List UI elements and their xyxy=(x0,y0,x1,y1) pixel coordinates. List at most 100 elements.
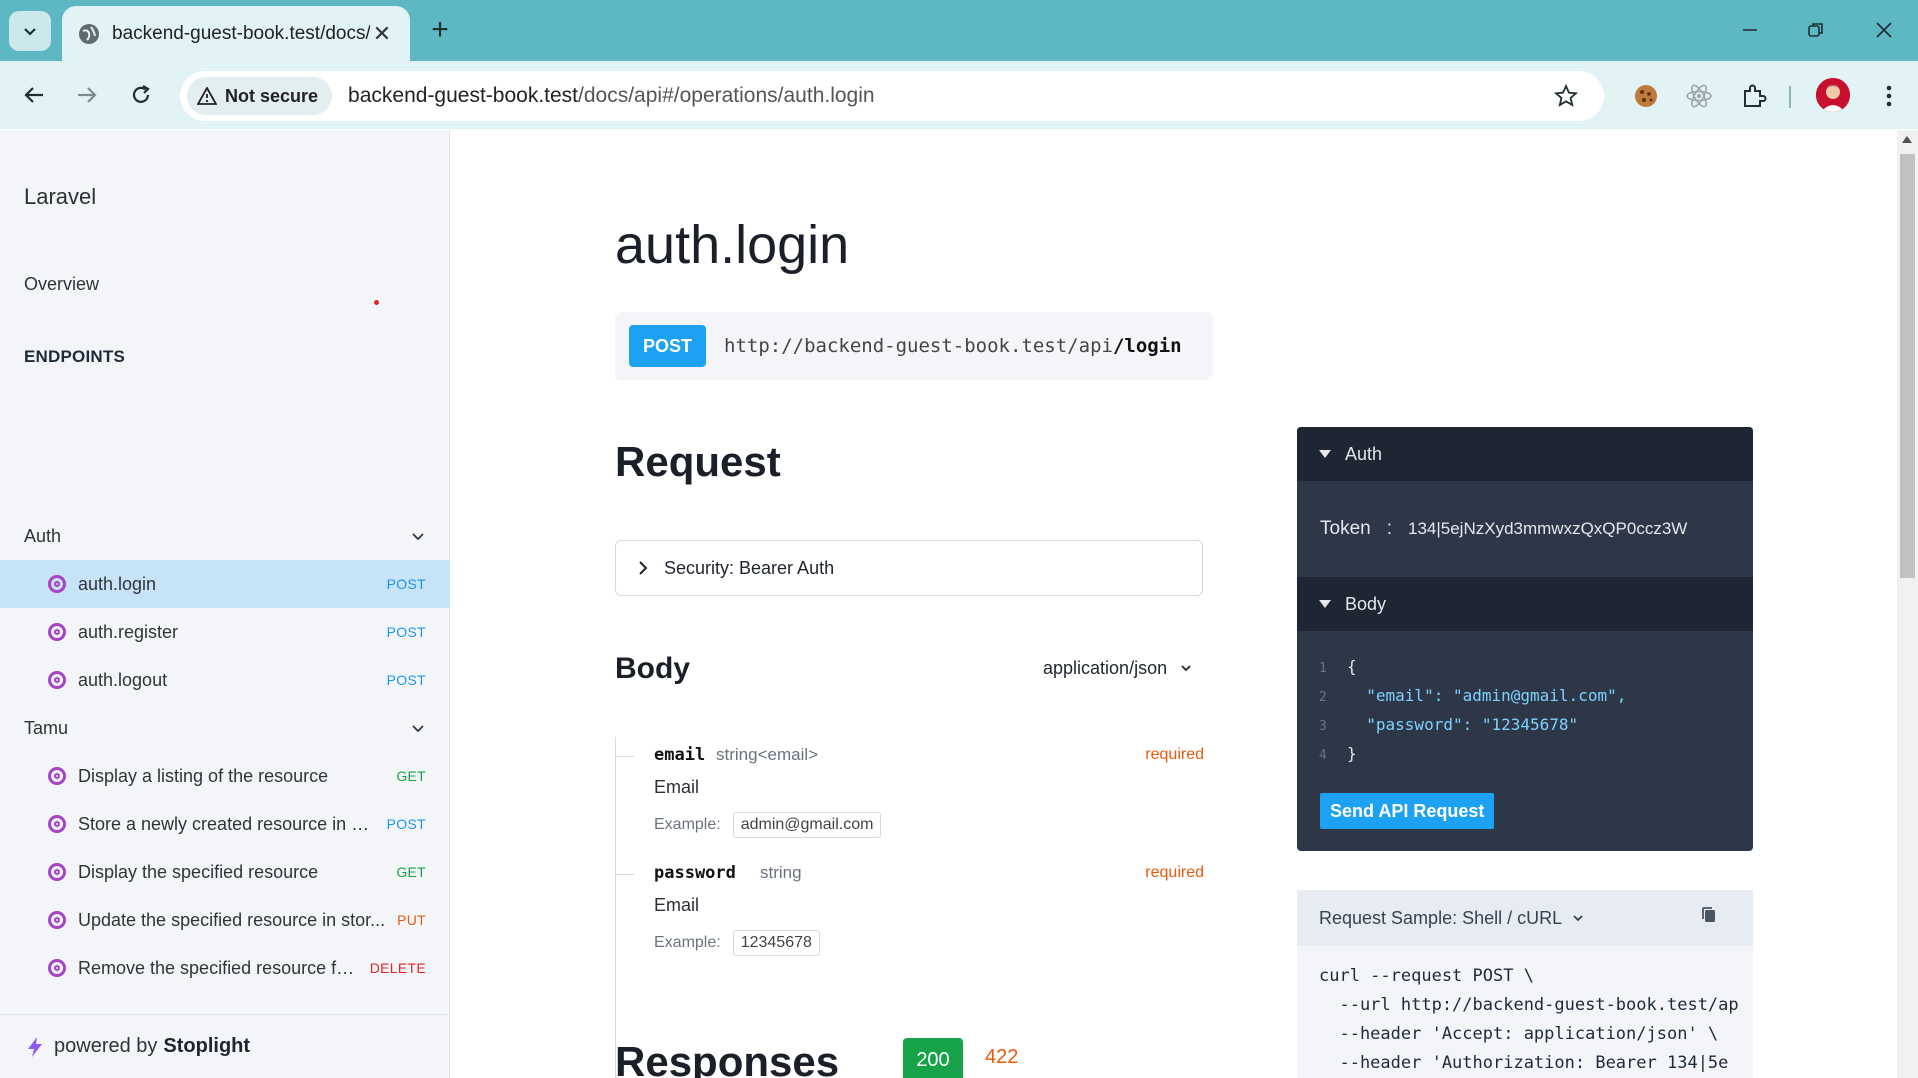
code-line: 4} xyxy=(1319,744,1357,763)
request-sample-header: Request Sample: Shell / cURL xyxy=(1297,890,1753,946)
auth-section-toggle[interactable]: Auth xyxy=(1297,427,1753,481)
sidebar-group-tamu[interactable]: Tamu xyxy=(0,704,450,752)
body-section-label: Body xyxy=(1345,593,1387,614)
responses-heading: Responses xyxy=(615,1038,840,1078)
close-window-icon[interactable] xyxy=(1864,10,1904,50)
method-badge: GET xyxy=(396,768,426,784)
target-icon xyxy=(48,767,66,785)
field-description: Email xyxy=(654,777,700,797)
chevron-down-icon xyxy=(1181,665,1191,672)
url-host: backend-guest-book.test xyxy=(348,84,579,107)
scroll-up-arrow-icon[interactable] xyxy=(1902,136,1912,143)
body-heading: Body xyxy=(615,652,690,685)
profile-avatar[interactable] xyxy=(1816,78,1850,112)
arrow-right-icon xyxy=(78,87,97,103)
code-line: 1{ xyxy=(1319,657,1357,676)
copy-icon[interactable] xyxy=(1701,906,1717,929)
site-info-chip[interactable]: Not secure xyxy=(187,77,333,115)
target-icon xyxy=(48,815,66,833)
tree-connector xyxy=(616,756,634,757)
sidebar-item-label: Display a listing of the resource xyxy=(78,765,329,786)
auth-section-label: Auth xyxy=(1345,443,1383,464)
sidebar-item-label: Store a newly created resource in st... xyxy=(78,813,377,834)
powered-by-link[interactable]: powered by Stoplight xyxy=(0,1014,450,1078)
example-value: 12345678 xyxy=(732,930,820,956)
chevron-down-icon xyxy=(1573,914,1584,921)
browser-menu-icon[interactable] xyxy=(1870,77,1908,115)
back-button[interactable] xyxy=(13,74,55,116)
new-tab-button[interactable]: + xyxy=(424,12,456,48)
browser-tab-bar: backend-guest-book.test/docs/ ✕ + xyxy=(0,0,1918,61)
caret-down-icon xyxy=(1319,450,1331,458)
chevron-down-icon xyxy=(412,533,424,541)
example-label: Example: xyxy=(654,934,721,951)
url-path: /docs/api#/operations/auth.login xyxy=(578,84,875,107)
security-label: Not secure xyxy=(225,85,319,106)
tab-search-button[interactable] xyxy=(9,11,51,51)
reload-icon xyxy=(132,85,150,103)
body-section-toggle[interactable]: Body xyxy=(1297,577,1753,631)
scrollbar-thumb[interactable] xyxy=(1900,154,1915,578)
close-tab-icon[interactable]: ✕ xyxy=(370,21,394,47)
response-tab-200[interactable]: 200 xyxy=(903,1038,963,1078)
sidebar-item-auth-logout[interactable]: auth.logout POST xyxy=(0,656,450,704)
address-bar[interactable]: Not secure backend-guest-book.test/docs/… xyxy=(180,71,1604,121)
field-name: password xyxy=(654,863,736,883)
method-badge: POST xyxy=(386,576,426,592)
code-line: --header 'Authorization: Bearer 134|5e xyxy=(1319,1053,1729,1073)
url-text[interactable]: backend-guest-book.test/docs/api#/operat… xyxy=(348,84,1546,108)
endpoint-base: http://backend-guest-book.test/api xyxy=(724,335,1113,357)
docs-sidebar: Laravel Overview ENDPOINTS Auth auth.log… xyxy=(0,130,450,1078)
security-accordion[interactable]: Security: Bearer Auth xyxy=(615,540,1203,596)
code-line: --url http://backend-guest-book.test/ap xyxy=(1319,995,1739,1015)
sidebar-item-tamu-store[interactable]: Store a newly created resource in st... … xyxy=(0,800,450,848)
caret-down-icon xyxy=(1319,600,1331,608)
forward-button[interactable] xyxy=(66,74,108,116)
request-body-editor[interactable]: 1{ 2 "email": "admin@gmail.com", 3 "pass… xyxy=(1297,631,1753,783)
sidebar-item-auth-register[interactable]: auth.register POST xyxy=(0,608,450,656)
sidebar-item-auth-login[interactable]: auth.login POST xyxy=(0,560,450,608)
field-type: string<email> xyxy=(716,745,819,764)
target-icon xyxy=(48,575,66,593)
target-icon xyxy=(48,959,66,977)
sidebar-item-tamu-destroy[interactable]: Remove the specified resource fro... DEL… xyxy=(0,944,450,992)
field-name: email xyxy=(654,745,706,765)
sidebar-item-label: auth.logout xyxy=(78,669,168,690)
sidebar-group-auth[interactable]: Auth xyxy=(0,512,450,560)
sidebar-item-overview[interactable]: Overview xyxy=(24,274,99,295)
token-input[interactable]: 134|5ejNzXyd3mmwxzQxQP0ccz3W xyxy=(1408,519,1687,539)
request-sample-language-select[interactable]: Request Sample: Shell / cURL xyxy=(1319,908,1584,929)
sidebar-item-tamu-index[interactable]: Display a listing of the resource GET xyxy=(0,752,450,800)
reload-button[interactable] xyxy=(120,74,162,116)
method-badge: POST xyxy=(386,672,426,688)
content-type-value: application/json xyxy=(1043,658,1168,678)
globe-icon xyxy=(79,23,99,44)
main-content: auth.login POST http://backend-guest-boo… xyxy=(451,130,1898,1078)
cookie-extension-icon[interactable] xyxy=(1627,77,1665,115)
code-line: 3 "password": "12345678" xyxy=(1319,715,1579,734)
content-type-select[interactable]: application/json xyxy=(1043,658,1192,679)
extensions-puzzle-icon[interactable] xyxy=(1735,77,1773,115)
response-tab-422[interactable]: 422 xyxy=(985,1046,1018,1069)
endpoint-box: POST http://backend-guest-book.test/api/… xyxy=(615,312,1213,380)
sidebar-item-tamu-update[interactable]: Update the specified resource in stor...… xyxy=(0,896,450,944)
page-scrollbar[interactable] xyxy=(1897,130,1918,1078)
field-required: required xyxy=(1145,864,1204,881)
powered-brand: Stoplight xyxy=(163,1035,251,1057)
security-label: Security: Bearer Auth xyxy=(664,557,835,578)
bookmark-star-icon[interactable] xyxy=(1546,76,1586,116)
react-devtools-icon[interactable] xyxy=(1680,77,1718,115)
bolt-icon xyxy=(28,1036,42,1057)
group-label: Auth xyxy=(24,525,62,546)
send-api-request-button[interactable]: Send API Request xyxy=(1320,793,1495,829)
field-example: Example: 12345678 xyxy=(654,930,820,956)
restore-icon[interactable] xyxy=(1796,10,1836,50)
brand-title[interactable]: Laravel xyxy=(24,184,96,210)
browser-tab-active[interactable]: backend-guest-book.test/docs/ ✕ xyxy=(62,6,410,61)
endpoint-path: /login xyxy=(1112,335,1182,357)
minimize-icon[interactable] xyxy=(1730,10,1770,50)
target-icon xyxy=(48,671,66,689)
sidebar-item-tamu-show[interactable]: Display the specified resource GET xyxy=(0,848,450,896)
sidebar-item-label: auth.register xyxy=(78,621,179,642)
method-badge: DELETE xyxy=(369,960,426,976)
